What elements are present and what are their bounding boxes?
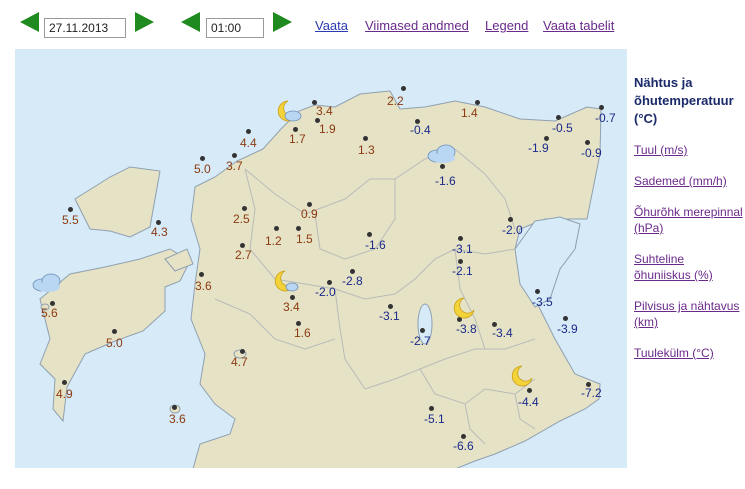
station-temp: 1.4 bbox=[461, 106, 478, 120]
station-temp: -7.2 bbox=[581, 386, 602, 400]
station-temp: 3.4 bbox=[283, 300, 300, 314]
cloud-icon bbox=[427, 142, 457, 169]
hiiumaa-island bbox=[74, 166, 161, 238]
station-temp: 3.7 bbox=[226, 159, 243, 173]
station-temp: 1.9 bbox=[319, 122, 336, 136]
station-dot bbox=[68, 207, 73, 212]
date-input[interactable] bbox=[44, 18, 126, 38]
legend-panel: Nähtus ja õhutemperatuur (°C) Tuul (m/s)… bbox=[634, 74, 744, 376]
station-temp: -1.6 bbox=[435, 174, 456, 188]
legend-item-precipitation[interactable]: Sademed (mm/h) bbox=[634, 173, 744, 189]
station-dot bbox=[199, 272, 204, 277]
toolbar: Vaata Viimased andmed Legend Vaata tabel… bbox=[0, 0, 745, 48]
station-temp: -2.7 bbox=[410, 334, 431, 348]
station-dot bbox=[458, 236, 463, 241]
station-dot bbox=[296, 226, 301, 231]
legend-item-cloudiness[interactable]: Pilvisus ja nähtavus (km) bbox=[634, 298, 744, 330]
station-dot bbox=[508, 217, 513, 222]
moon-cloud-icon bbox=[276, 99, 304, 128]
station-temp: 1.7 bbox=[289, 132, 306, 146]
station-temp: -5.1 bbox=[424, 412, 445, 426]
station-temp: 3.6 bbox=[169, 412, 186, 426]
next-date-arrow-icon[interactable] bbox=[133, 11, 155, 33]
station-dot bbox=[363, 136, 368, 141]
station-temp: -3.1 bbox=[379, 309, 400, 323]
station-dot bbox=[367, 232, 372, 237]
station-temp: -2.0 bbox=[315, 285, 336, 299]
station-temp: 5.5 bbox=[62, 213, 79, 227]
station-dot bbox=[62, 380, 67, 385]
station-temp: 4.4 bbox=[240, 136, 257, 150]
station-temp: 4.7 bbox=[231, 355, 248, 369]
view-link[interactable]: Vaata bbox=[315, 18, 348, 33]
station-temp: -2.8 bbox=[342, 274, 363, 288]
station-temp: 5.0 bbox=[194, 162, 211, 176]
station-temp: 1.2 bbox=[265, 234, 282, 248]
station-dot bbox=[172, 405, 177, 410]
station-temp: 1.6 bbox=[294, 326, 311, 340]
station-temp: -3.5 bbox=[532, 295, 553, 309]
legend-link[interactable]: Legend bbox=[485, 18, 528, 33]
legend-item-pressure[interactable]: Õhurõhk merepinnal (hPa) bbox=[634, 204, 744, 236]
station-dot bbox=[599, 105, 604, 110]
legend-item-windchill[interactable]: Tuulekülm (°C) bbox=[634, 345, 744, 361]
station-dot bbox=[200, 156, 205, 161]
station-dot bbox=[401, 86, 406, 91]
station-dot bbox=[535, 289, 540, 294]
station-temp: -0.5 bbox=[552, 121, 573, 135]
station-dot bbox=[475, 100, 480, 105]
cloud-icon bbox=[32, 271, 62, 298]
station-dot bbox=[420, 328, 425, 333]
station-temp: 0.9 bbox=[301, 207, 318, 221]
station-dot bbox=[246, 129, 251, 134]
station-temp: -3.4 bbox=[492, 326, 513, 340]
moon-icon bbox=[510, 364, 534, 393]
station-dot bbox=[563, 316, 568, 321]
station-dot bbox=[585, 140, 590, 145]
latest-data-link[interactable]: Viimased andmed bbox=[365, 18, 469, 33]
station-temp: -4.4 bbox=[518, 395, 539, 409]
station-dot bbox=[556, 115, 561, 120]
station-dot bbox=[429, 406, 434, 411]
station-temp: 2.7 bbox=[235, 248, 252, 262]
station-temp: -3.9 bbox=[557, 322, 578, 336]
prev-time-arrow-icon[interactable] bbox=[180, 11, 202, 33]
station-temp: 4.9 bbox=[56, 387, 73, 401]
station-dot bbox=[232, 153, 237, 158]
legend-item-humidity[interactable]: Suhteline õhuniiskus (%) bbox=[634, 251, 744, 283]
station-temp: -2.0 bbox=[502, 223, 523, 237]
station-dot bbox=[274, 226, 279, 231]
weather-map[interactable]: 3.4 2.2 1.4 -0.5 -0.7 1.9 -0.4 4.4 1.7 1… bbox=[15, 49, 627, 468]
station-temp: -3.1 bbox=[452, 242, 473, 256]
station-temp: 1.5 bbox=[296, 232, 313, 246]
station-temp: 4.3 bbox=[151, 225, 168, 239]
station-temp: -1.9 bbox=[528, 141, 549, 155]
station-temp: 3.6 bbox=[195, 279, 212, 293]
station-temp: -6.6 bbox=[453, 439, 474, 453]
station-dot bbox=[240, 349, 245, 354]
station-temp: 2.2 bbox=[387, 94, 404, 108]
legend-item-wind[interactable]: Tuul (m/s) bbox=[634, 142, 744, 158]
station-temp: 3.4 bbox=[316, 104, 333, 118]
moon-cloud-icon bbox=[273, 269, 301, 298]
station-temp: 1.3 bbox=[358, 143, 375, 157]
moon-icon bbox=[452, 296, 476, 325]
station-temp: 5.0 bbox=[106, 336, 123, 350]
next-time-arrow-icon[interactable] bbox=[271, 11, 293, 33]
time-input[interactable] bbox=[206, 18, 264, 38]
station-temp: 5.6 bbox=[41, 306, 58, 320]
station-temp: -1.6 bbox=[365, 238, 386, 252]
station-dot bbox=[242, 206, 247, 211]
prev-date-arrow-icon[interactable] bbox=[19, 11, 41, 33]
station-temp: -0.9 bbox=[581, 146, 602, 160]
station-temp: 2.5 bbox=[233, 212, 250, 226]
station-temp: -0.7 bbox=[595, 111, 616, 125]
view-table-link[interactable]: Vaata tabelit bbox=[543, 18, 614, 33]
station-temp: -0.4 bbox=[410, 123, 431, 137]
legend-title: Nähtus ja õhutemperatuur (°C) bbox=[634, 75, 734, 126]
station-dot bbox=[112, 329, 117, 334]
station-temp: -2.1 bbox=[452, 264, 473, 278]
